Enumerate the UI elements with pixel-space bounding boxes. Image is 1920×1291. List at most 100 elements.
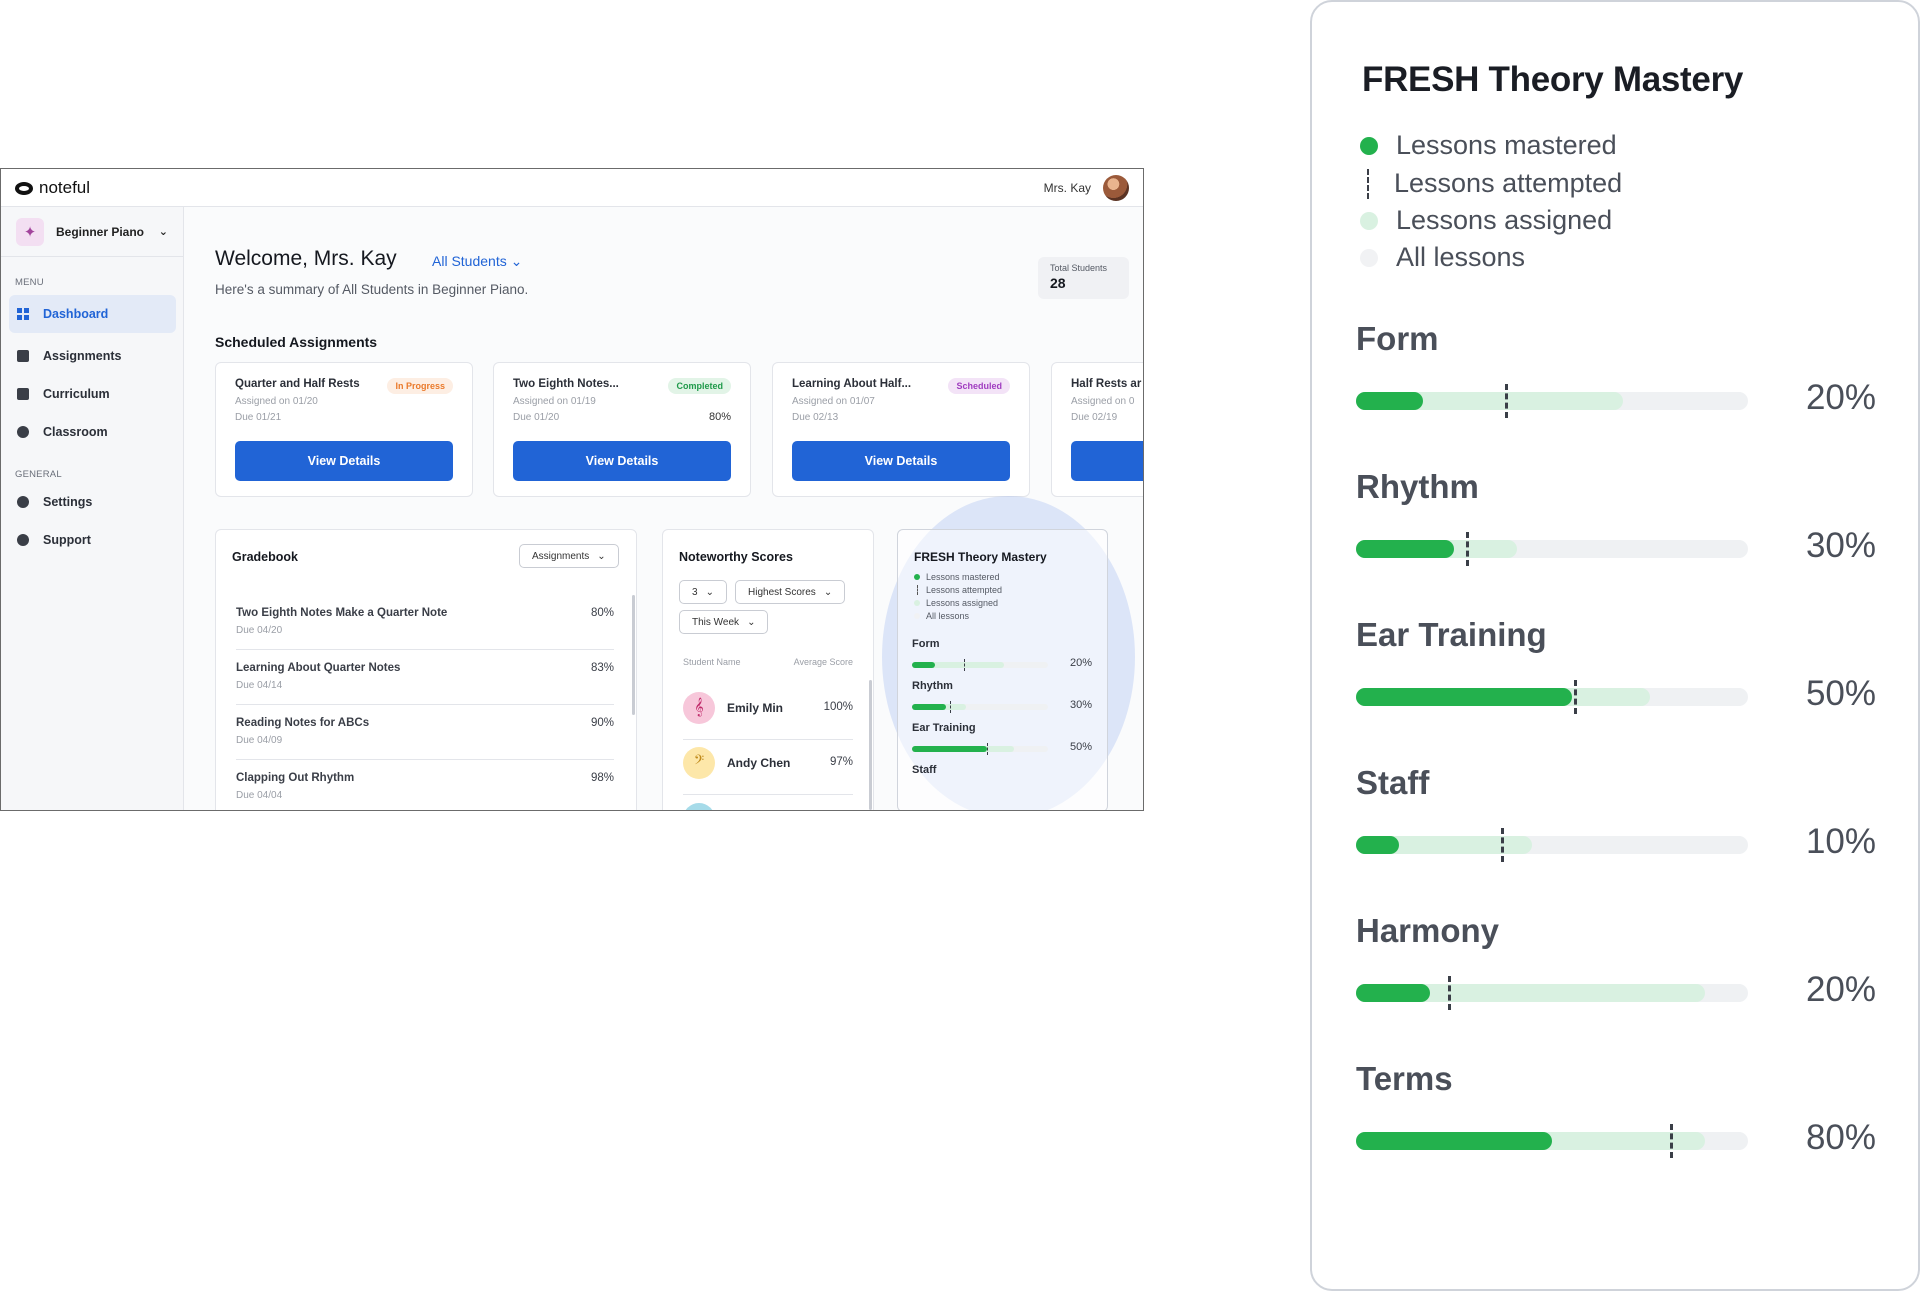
legend-label: Lessons attempted xyxy=(1394,168,1623,198)
column-header-score: Average Score xyxy=(793,657,853,667)
assignment-card: Half Rests ar Assigned on 0 Due 02/19 xyxy=(1051,362,1143,497)
mastery-mini-title: FRESH Theory Mastery xyxy=(914,550,1047,564)
sidebar-item-dashboard[interactable]: Dashboard xyxy=(9,295,176,333)
chevron-down-icon: ⌄ xyxy=(510,253,523,269)
gradebook-row[interactable]: Two Eighth Notes Make a Quarter Note Due… xyxy=(236,595,614,650)
sidebar-item-settings[interactable]: Settings xyxy=(9,483,176,521)
status-badge: In Progress xyxy=(387,378,453,394)
user-name: Mrs. Kay xyxy=(1043,181,1091,195)
attempted-marker xyxy=(1448,976,1452,1010)
count-dropdown-label: 3 xyxy=(692,586,698,598)
legend-item-attempted: Lessons attempted xyxy=(1360,168,1622,199)
mastery-row-label: Form xyxy=(912,638,940,650)
student-filter-dropdown[interactable]: All Students ⌄ xyxy=(432,253,522,270)
column-header-student: Student Name xyxy=(683,657,741,667)
avatar[interactable] xyxy=(1103,175,1129,201)
sidebar-item-label: Classroom xyxy=(43,425,108,439)
gradebook-score: 98% xyxy=(590,772,614,784)
scores-scrollbar[interactable] xyxy=(869,680,872,810)
mastery-row-label: Form xyxy=(1356,320,1439,357)
mastery-row-terms: Terms 80% xyxy=(1356,1060,1876,1180)
mastery-row-form: Form 20% xyxy=(912,638,1092,678)
classroom-icon xyxy=(17,426,29,438)
mastery-percent: 20% xyxy=(1805,378,1876,417)
view-details-button[interactable] xyxy=(1071,441,1143,481)
due-date: Due 01/21 xyxy=(235,412,282,423)
gradebook-dropdown-label: Assignments xyxy=(532,550,590,562)
gradebook-row[interactable]: Learning About Quarter Notes Due 04/14 8… xyxy=(236,650,614,705)
sidebar-item-assignments[interactable]: Assignments xyxy=(9,337,176,375)
gear-icon xyxy=(17,496,29,508)
sidebar-item-curriculum[interactable]: Curriculum xyxy=(9,375,176,413)
mastery-row-label: Terms xyxy=(1356,1060,1453,1097)
gradebook-due: Due 04/14 xyxy=(236,680,283,691)
mastered-bar xyxy=(1356,836,1400,854)
chevron-down-icon: ⌄ xyxy=(158,226,168,238)
mastery-row-label: Harmony xyxy=(1356,912,1500,949)
period-dropdown-label: This Week xyxy=(692,616,740,628)
all-lessons-dot-icon xyxy=(1360,248,1378,267)
gradebook-score: 80% xyxy=(590,607,614,619)
curriculum-icon xyxy=(17,388,29,400)
legend-item-mastered: Lessons mastered xyxy=(1360,130,1617,161)
sidebar-item-classroom[interactable]: Classroom xyxy=(9,413,176,451)
total-students-label: Total Students xyxy=(1050,263,1108,273)
mastery-row-label: Staff xyxy=(912,764,937,776)
course-name: Beginner Piano xyxy=(56,224,145,239)
menu-section-label: MENU xyxy=(15,277,44,288)
mastery-percent: 50% xyxy=(1805,674,1876,713)
sidebar-item-label: Dashboard xyxy=(43,307,109,321)
gradebook-assignment-name: Clapping Out Rhythm xyxy=(236,772,355,784)
attempted-marker xyxy=(1573,680,1577,714)
mastery-zoom-panel: FRESH Theory Mastery Lessons mastered Le… xyxy=(1310,0,1920,1291)
student-row[interactable]: 𝄞 Emily Min 100% xyxy=(683,685,853,740)
student-row[interactable]: 𝄢 Andy Chen 97% xyxy=(683,740,853,795)
legend-item-assigned: Lessons assigned xyxy=(914,598,998,608)
mastery-percent: 30% xyxy=(1805,526,1876,565)
view-details-button[interactable]: View Details xyxy=(235,441,453,481)
mastery-row-label: Rhythm xyxy=(912,680,953,692)
gradebook-dropdown[interactable]: Assignments ⌄ xyxy=(519,544,619,568)
course-selector[interactable]: ✦ Beginner Piano ⌄ xyxy=(1,207,184,257)
user-menu[interactable]: Mrs. Kay xyxy=(1044,175,1129,201)
view-details-button[interactable]: View Details xyxy=(792,441,1010,481)
student-score: 97% xyxy=(829,756,853,768)
all-lessons-dot-icon xyxy=(914,613,920,619)
student-filter-label: All Students xyxy=(432,253,507,269)
mastery-progress-track xyxy=(1356,384,1748,418)
assignment-title: Two Eighth Notes... xyxy=(513,378,619,390)
gradebook-row[interactable]: Reading Notes for ABCs Due 04/09 90% xyxy=(236,705,614,760)
bass-clef-icon: 𝄢 xyxy=(683,747,715,779)
mastery-progress-track xyxy=(1356,532,1748,566)
assigned-dot-icon xyxy=(1360,211,1378,230)
assigned-date: Assigned on 0 xyxy=(1071,396,1135,407)
attempted-dash-icon xyxy=(916,585,918,595)
attempted-marker xyxy=(1465,532,1469,566)
sidebar: ✦ Beginner Piano ⌄ MENU Dashboard Assign… xyxy=(1,207,184,810)
attempted-dash-icon xyxy=(1367,168,1369,199)
assigned-date: Assigned on 01/19 xyxy=(513,396,596,407)
mastery-percent: 20% xyxy=(1069,657,1092,669)
gradebook-due: Due 04/09 xyxy=(236,735,283,746)
legend-item-all: All lessons xyxy=(914,611,969,621)
top-bar: noteful Mrs. Kay xyxy=(1,169,1143,207)
period-dropdown[interactable]: This Week ⌄ xyxy=(679,610,769,634)
chevron-down-icon: ⌄ xyxy=(823,586,833,598)
gradebook-scrollbar[interactable] xyxy=(632,595,635,715)
mastery-row-ear-training: Ear Training 50% xyxy=(1356,616,1876,736)
sidebar-item-support[interactable]: Support xyxy=(9,521,176,559)
sidebar-item-label: Assignments xyxy=(43,349,122,363)
legend-item-mastered: Lessons mastered xyxy=(914,572,1000,582)
logo[interactable]: noteful xyxy=(15,178,90,198)
legend-label: Lessons mastered xyxy=(926,572,1000,582)
assignment-title: Half Rests ar xyxy=(1071,378,1142,390)
mastery-row-harmony: Harmony 20% xyxy=(1356,912,1876,1032)
status-badge: Scheduled xyxy=(948,378,1010,394)
view-details-button[interactable]: View Details xyxy=(513,441,731,481)
mastery-percent: 10% xyxy=(1805,822,1876,861)
sort-dropdown[interactable]: Highest Scores ⌄ xyxy=(735,580,846,604)
gradebook-assignment-name: Learning About Quarter Notes xyxy=(236,662,401,674)
gradebook-score: 90% xyxy=(590,717,614,729)
count-dropdown[interactable]: 3 ⌄ xyxy=(679,580,727,604)
gradebook-row[interactable]: Clapping Out Rhythm Due 04/04 98% xyxy=(236,760,614,810)
